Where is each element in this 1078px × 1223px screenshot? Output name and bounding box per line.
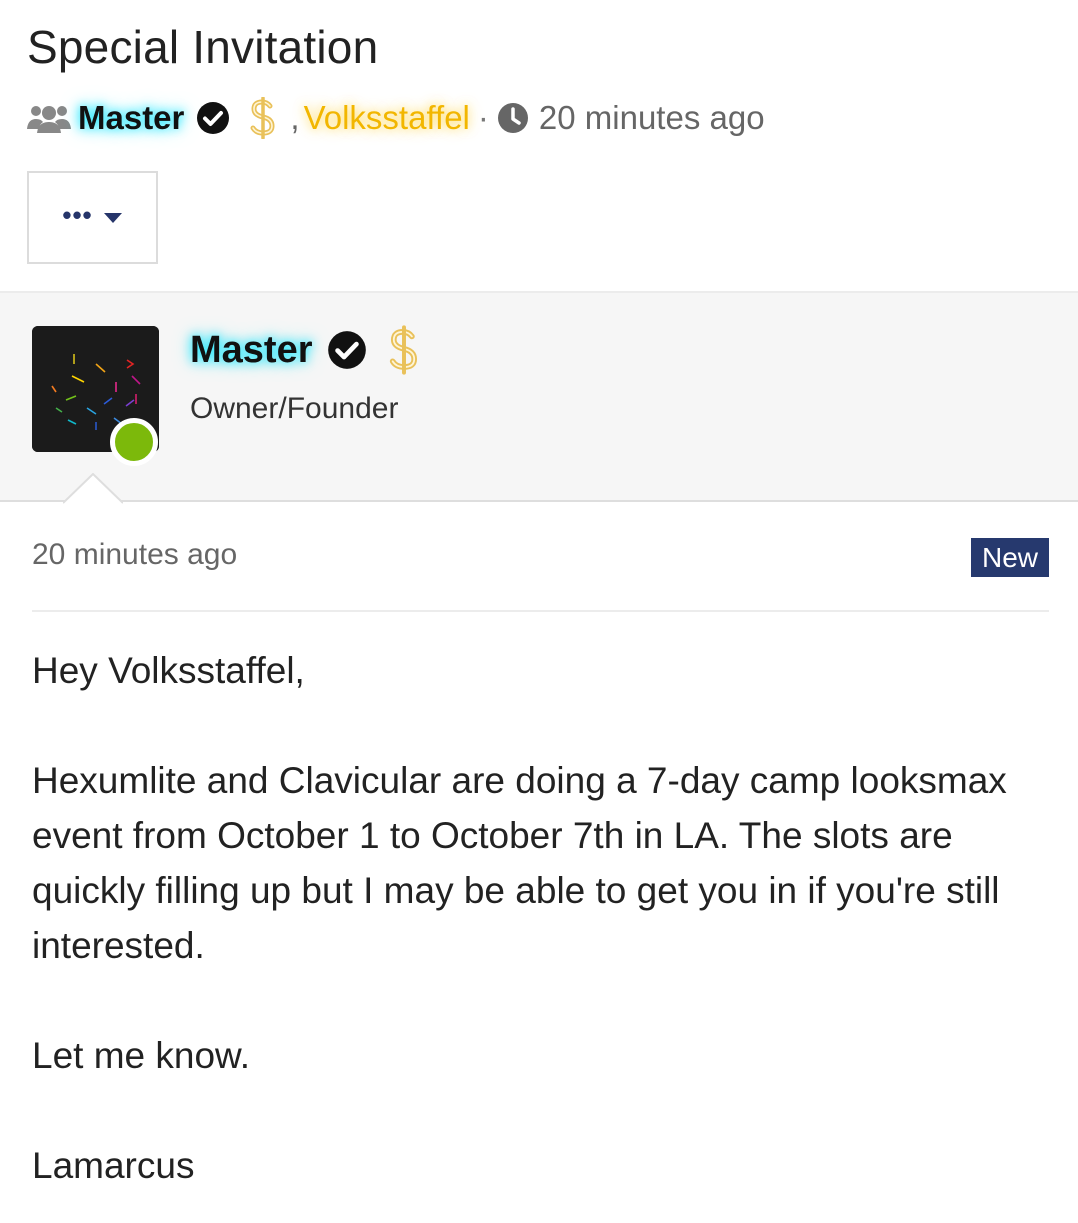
page-title: Special Invitation xyxy=(27,21,379,73)
more-dots-icon: ••• xyxy=(62,199,93,230)
online-status-dot xyxy=(110,418,158,466)
author-role: Owner/Founder xyxy=(190,392,399,425)
meta-time: 20 minutes ago xyxy=(538,99,765,136)
author-link[interactable]: Master xyxy=(78,99,184,137)
caret-down-icon xyxy=(103,212,122,223)
post-timestamp[interactable]: 20 minutes ago xyxy=(32,538,237,572)
divider xyxy=(32,610,1049,612)
dollar-icon xyxy=(389,325,417,375)
author-name-link[interactable]: Master xyxy=(190,329,313,372)
dot-separator: · xyxy=(477,99,489,136)
dollar-icon xyxy=(250,97,275,139)
clock-icon xyxy=(497,103,528,133)
recipient-link[interactable]: Volksstaffel xyxy=(304,99,470,137)
message-paragraph: Hexumlite and Clavicular are doing a 7-d… xyxy=(32,760,1007,966)
comma-separator: , xyxy=(290,99,300,136)
new-badge: New xyxy=(971,538,1049,577)
verified-check-icon xyxy=(197,102,230,134)
author-card xyxy=(0,291,1078,502)
message-greeting: Hey Volksstaffel, xyxy=(32,650,305,691)
message-body: Hey Volksstaffel, Hexumlite and Clavicul… xyxy=(32,643,1052,1193)
card-pointer xyxy=(63,473,123,504)
verified-check-icon xyxy=(327,331,366,369)
message-signature: Lamarcus xyxy=(32,1145,195,1186)
conversation-meta: Master , Volksstaffel · 20 minutes ago xyxy=(26,95,765,141)
message-closing: Let me know. xyxy=(32,1035,251,1076)
author-name[interactable]: Master xyxy=(190,324,421,376)
people-icon xyxy=(27,106,71,133)
more-options-button[interactable]: ••• xyxy=(27,171,158,264)
